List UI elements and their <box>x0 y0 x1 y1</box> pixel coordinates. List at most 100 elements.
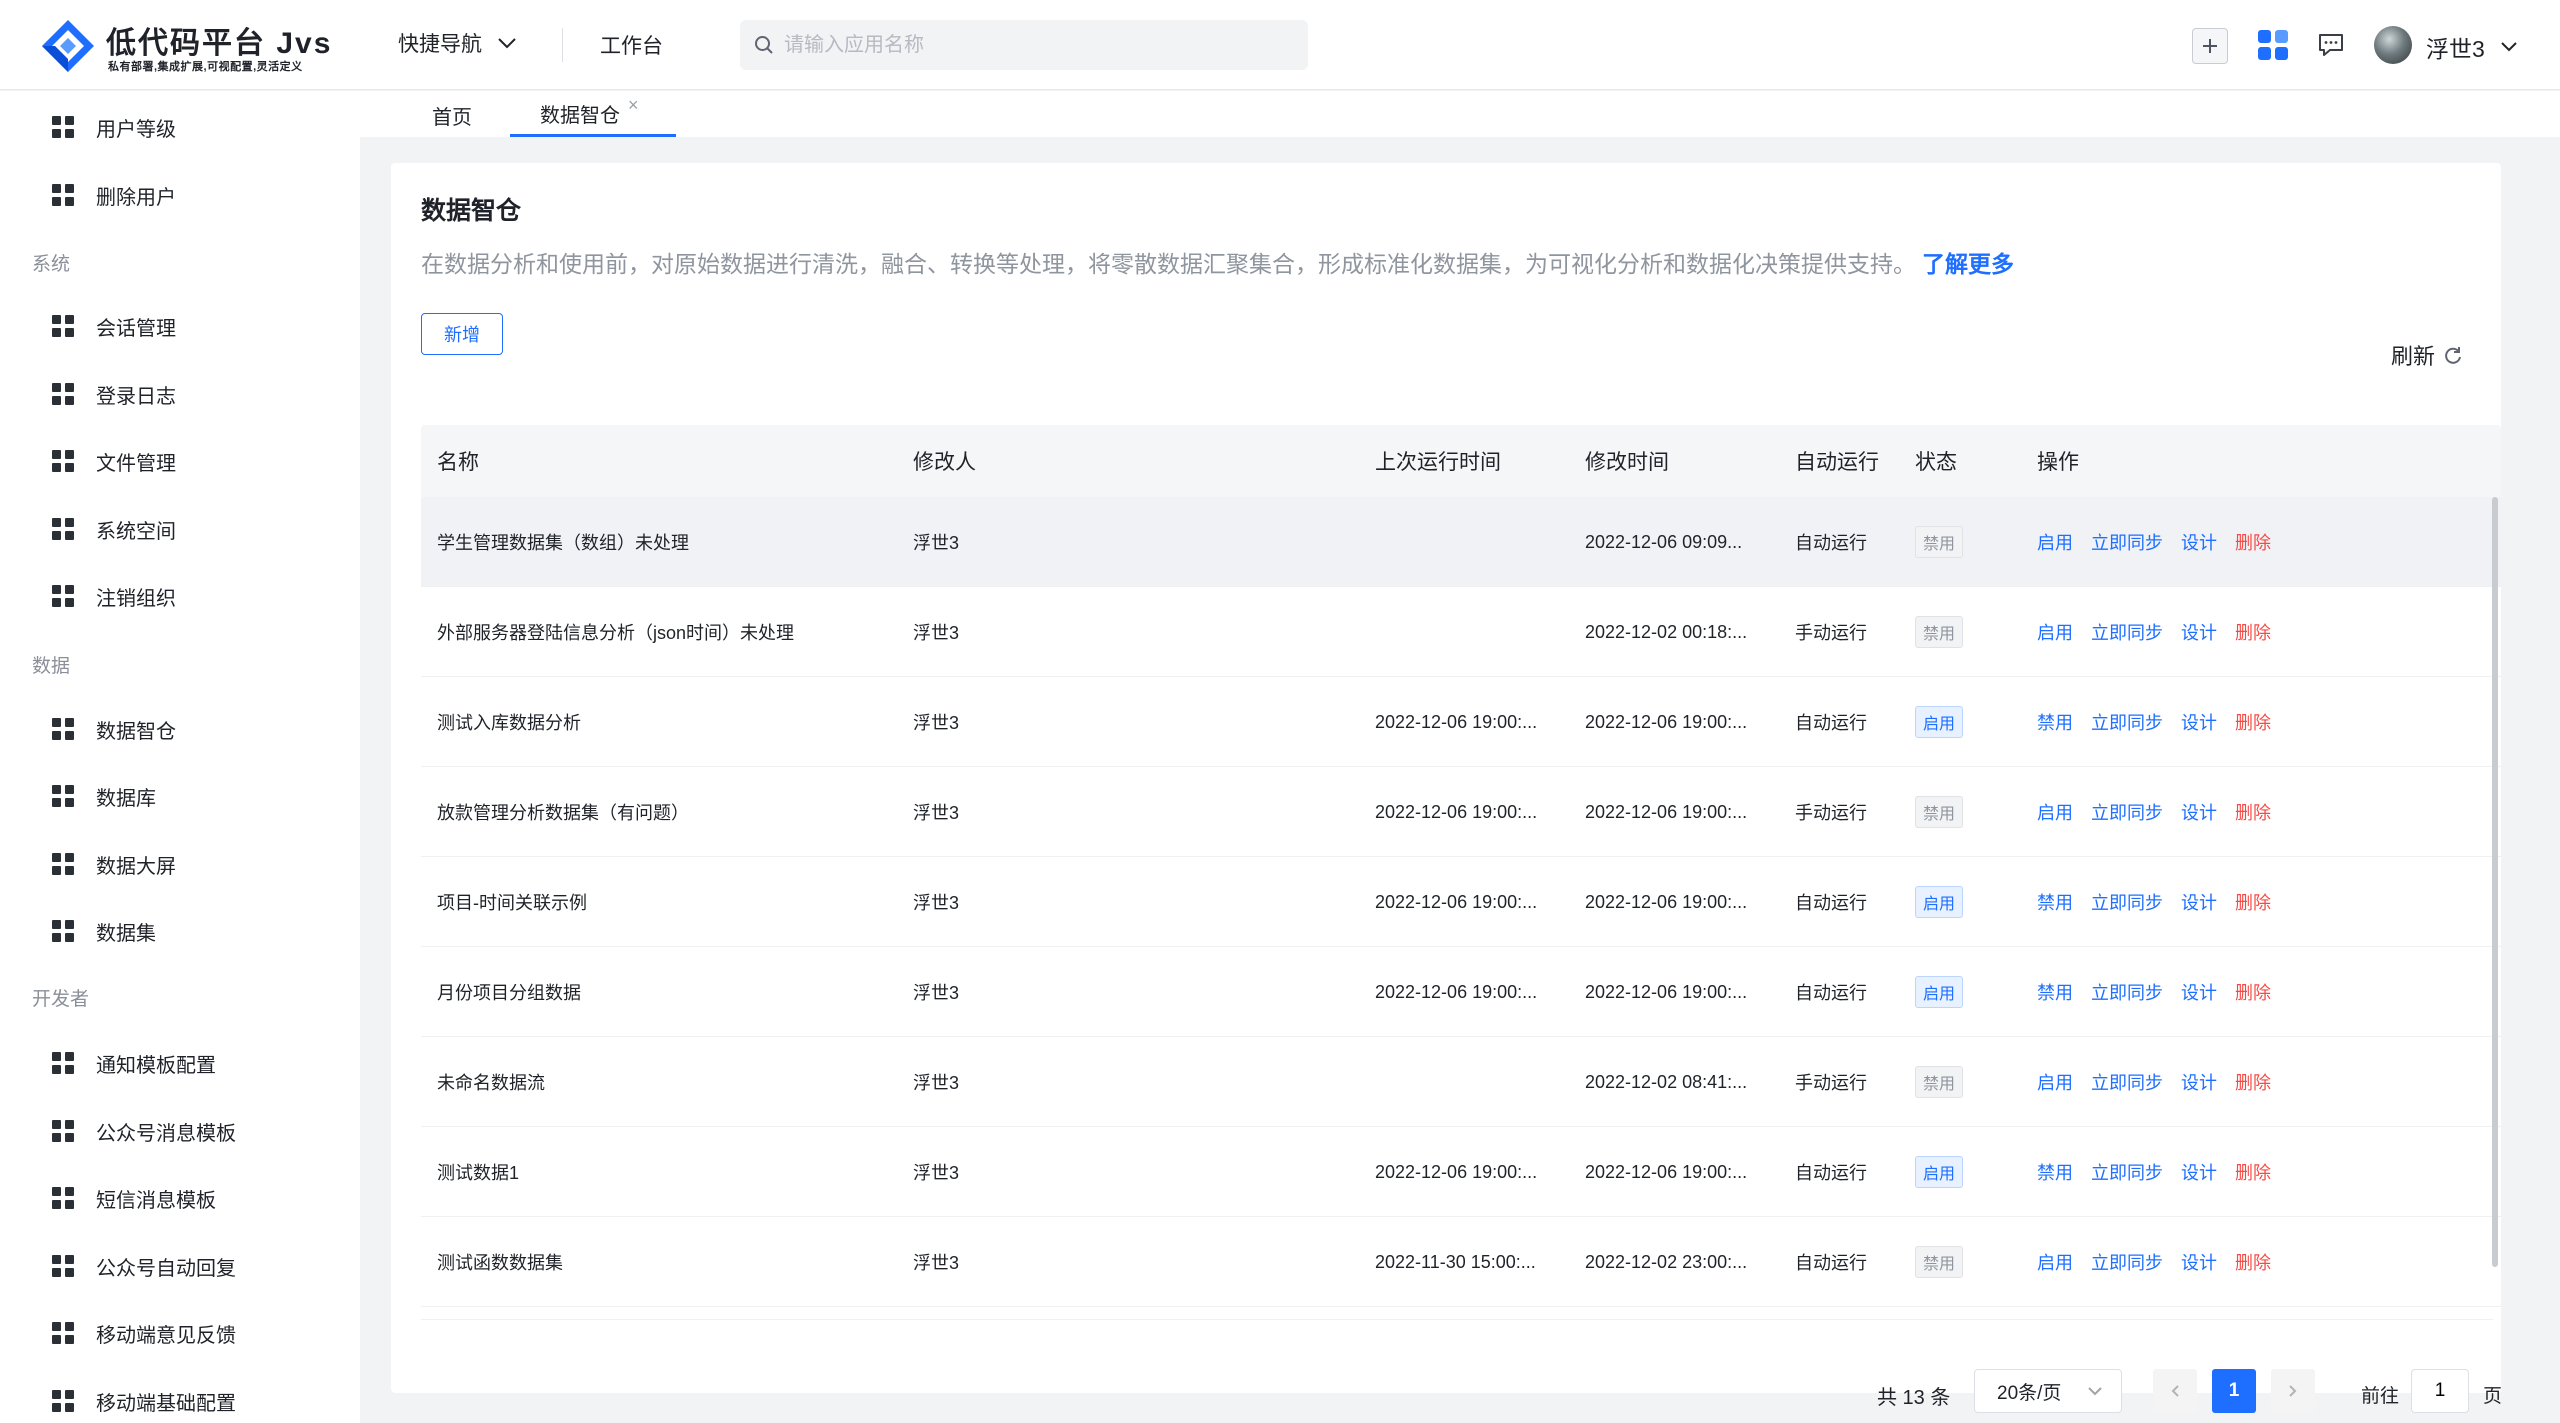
delete-button[interactable]: 删除 <box>2235 1159 2271 1185</box>
delete-button[interactable]: 删除 <box>2235 979 2271 1005</box>
toggle-button[interactable]: 禁用 <box>2037 889 2073 915</box>
sidebar-group-system: 系统 <box>32 254 71 275</box>
cell-last-run: 2022-12-06 19:00:... <box>1375 891 1538 912</box>
sync-now-button[interactable]: 立即同步 <box>2091 619 2163 645</box>
sidebar-item-dataset[interactable]: 数据集 <box>52 911 352 951</box>
apps-icon[interactable] <box>2256 28 2290 62</box>
design-button[interactable]: 设计 <box>2181 1159 2217 1185</box>
design-button[interactable]: 设计 <box>2181 1069 2217 1095</box>
message-icon[interactable] <box>2316 30 2346 60</box>
sidebar-item-notify-template[interactable]: 通知模板配置 <box>52 1043 352 1083</box>
app-search[interactable] <box>740 20 1308 70</box>
tab-data-warehouse[interactable]: 数据智仓 × <box>510 95 676 137</box>
sidebar-item-sms-template[interactable]: 短信消息模板 <box>52 1178 352 1218</box>
delete-button[interactable]: 删除 <box>2235 529 2271 555</box>
sidebar-item-delete-user[interactable]: 删除用户 <box>52 175 352 215</box>
cell-name: 项目-时间关联示例 <box>437 893 587 913</box>
cell-auto-run: 手动运行 <box>1795 803 1867 823</box>
design-button[interactable]: 设计 <box>2181 799 2217 825</box>
delete-button[interactable]: 删除 <box>2235 799 2271 825</box>
tab-home[interactable]: 首页 <box>432 101 472 139</box>
toggle-button[interactable]: 启用 <box>2037 1069 2073 1095</box>
sync-now-button[interactable]: 立即同步 <box>2091 799 2163 825</box>
workbench-link[interactable]: 工作台 <box>600 30 663 60</box>
page-size-select[interactable]: 20条/页 <box>1974 1369 2122 1413</box>
chevron-down-icon <box>2501 42 2517 52</box>
description-text: 在数据分析和使用前，对原始数据进行清洗，融合、转换等处理，将零散数据汇聚集合，形… <box>421 251 1916 277</box>
sidebar-item-files[interactable]: 文件管理 <box>52 441 352 481</box>
sync-now-button[interactable]: 立即同步 <box>2091 709 2163 735</box>
column-header-actions: 操作 <box>2037 451 2079 474</box>
sidebar-item-database[interactable]: 数据库 <box>52 776 352 816</box>
sidebar-item-system-space[interactable]: 系统空间 <box>52 509 352 549</box>
close-icon[interactable]: × <box>628 95 639 116</box>
toggle-button[interactable]: 禁用 <box>2037 709 2073 735</box>
search-input[interactable] <box>784 33 1264 57</box>
sync-now-button[interactable]: 立即同步 <box>2091 979 2163 1005</box>
table-row[interactable]: 未命名数据流 浮世3 2022-12-02 08:41:... 手动运行 禁用 … <box>421 1037 2501 1127</box>
cell-modifier: 浮世3 <box>913 1073 960 1093</box>
cell-last-run: 2022-12-06 19:00:... <box>1375 1161 1538 1182</box>
toggle-button[interactable]: 启用 <box>2037 529 2073 555</box>
cell-status: 启用 <box>1915 857 1964 947</box>
design-button[interactable]: 设计 <box>2181 979 2217 1005</box>
cell-actions: 启用 立即同步 设计 删除 <box>2037 1037 2271 1127</box>
sidebar-item-label: 登录日志 <box>96 385 176 408</box>
quick-nav-dropdown[interactable]: 快捷导航 <box>398 28 518 58</box>
sync-now-button[interactable]: 立即同步 <box>2091 1249 2163 1275</box>
page-number-current[interactable]: 1 <box>2212 1369 2256 1413</box>
table-row[interactable]: 测试数据1 浮世3 2022-12-06 19:00:... 2022-12-0… <box>421 1127 2501 1217</box>
table-row[interactable]: 学生管理数据集（数组）未处理 浮世3 2022-12-06 09:09... 自… <box>421 497 2501 587</box>
sync-now-button[interactable]: 立即同步 <box>2091 1069 2163 1095</box>
avatar[interactable] <box>2374 26 2412 64</box>
sync-now-button[interactable]: 立即同步 <box>2091 1159 2163 1185</box>
nav-divider <box>562 28 563 62</box>
sidebar-item-data-warehouse[interactable]: 数据智仓 <box>52 709 352 749</box>
cell-modified-time: 2022-12-06 19:00:... <box>1585 711 1748 732</box>
table-row[interactable]: 月份项目分组数据 浮世3 2022-12-06 19:00:... 2022-1… <box>421 947 2501 1037</box>
new-button[interactable]: 新增 <box>421 313 503 355</box>
design-button[interactable]: 设计 <box>2181 709 2217 735</box>
sidebar-item-label: 移动端基础配置 <box>96 1392 236 1415</box>
delete-button[interactable]: 删除 <box>2235 1069 2271 1095</box>
cell-modifier: 浮世3 <box>913 623 960 643</box>
toggle-button[interactable]: 启用 <box>2037 799 2073 825</box>
toggle-button[interactable]: 启用 <box>2037 619 2073 645</box>
prev-page-button[interactable] <box>2153 1369 2197 1413</box>
next-page-button[interactable] <box>2271 1369 2315 1413</box>
delete-button[interactable]: 删除 <box>2235 709 2271 735</box>
sidebar-item-mobile-config[interactable]: 移动端基础配置 <box>52 1381 352 1421</box>
user-menu[interactable]: 浮世3 <box>2426 30 2519 64</box>
design-button[interactable]: 设计 <box>2181 889 2217 915</box>
toggle-button[interactable]: 启用 <box>2037 1249 2073 1275</box>
sidebar-item-login-log[interactable]: 登录日志 <box>52 374 352 414</box>
sidebar-item-mobile-feedback[interactable]: 移动端意见反馈 <box>52 1313 352 1353</box>
sync-now-button[interactable]: 立即同步 <box>2091 529 2163 555</box>
design-button[interactable]: 设计 <box>2181 1249 2217 1275</box>
design-button[interactable]: 设计 <box>2181 619 2217 645</box>
cell-modifier: 浮世3 <box>913 713 960 733</box>
toggle-button[interactable]: 禁用 <box>2037 1159 2073 1185</box>
sidebar-item-mp-auto-reply[interactable]: 公众号自动回复 <box>52 1246 352 1286</box>
sidebar-item-mp-message-template[interactable]: 公众号消息模板 <box>52 1111 352 1151</box>
table-row[interactable]: 测试入库数据分析 浮世3 2022-12-06 19:00:... 2022-1… <box>421 677 2501 767</box>
table-row[interactable]: 项目-时间关联示例 浮世3 2022-12-06 19:00:... 2022-… <box>421 857 2501 947</box>
add-button[interactable] <box>2192 28 2228 64</box>
learn-more-link[interactable]: 了解更多 <box>1922 251 2014 277</box>
delete-button[interactable]: 删除 <box>2235 1249 2271 1275</box>
delete-button[interactable]: 删除 <box>2235 619 2271 645</box>
table-row[interactable]: 外部服务器登陆信息分析（json时间）未处理 浮世3 2022-12-02 00… <box>421 587 2501 677</box>
toggle-button[interactable]: 禁用 <box>2037 979 2073 1005</box>
sync-now-button[interactable]: 立即同步 <box>2091 889 2163 915</box>
delete-button[interactable]: 删除 <box>2235 889 2271 915</box>
design-button[interactable]: 设计 <box>2181 529 2217 555</box>
table-row[interactable]: 放款管理分析数据集（有问题） 浮世3 2022-12-06 19:00:... … <box>421 767 2501 857</box>
sidebar-item-session[interactable]: 会话管理 <box>52 306 352 346</box>
sidebar-item-user-level[interactable]: 用户等级 <box>52 107 352 147</box>
table-scrollbar[interactable] <box>2492 497 2498 1267</box>
sidebar-item-data-screen[interactable]: 数据大屏 <box>52 844 352 884</box>
refresh-button[interactable]: 刷新 <box>2391 339 2463 371</box>
sidebar-item-deregister-org[interactable]: 注销组织 <box>52 576 352 616</box>
app-logo[interactable]: 低代码平台 Jvs 私有部署,集成扩展,可视配置,灵活定义 <box>40 14 340 76</box>
goto-page-input[interactable] <box>2411 1369 2469 1413</box>
